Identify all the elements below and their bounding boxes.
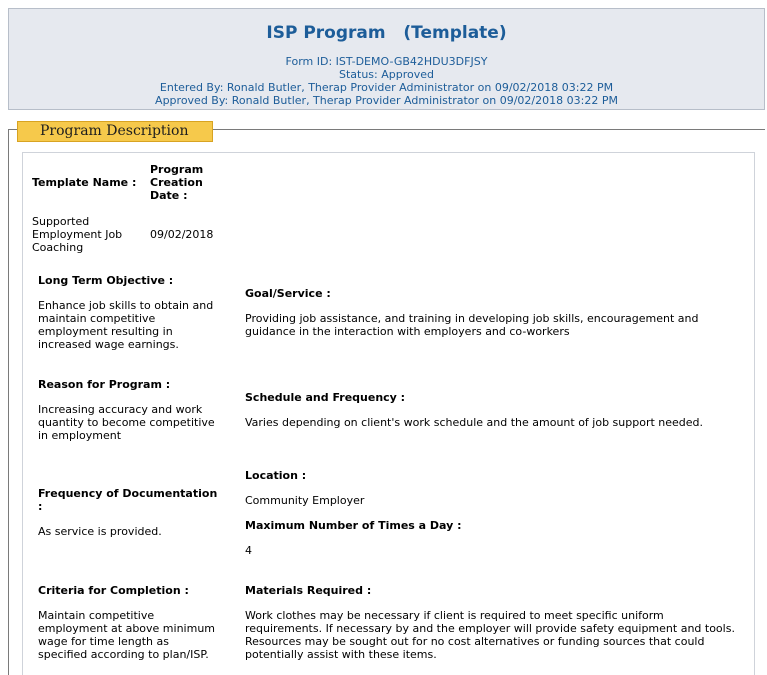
template-name-value: Supported Employment Job Coaching	[32, 215, 123, 254]
form-id: Form ID: IST-DEMO-GB42HDU3DFJSY	[285, 55, 488, 68]
reason-for-program-label: Reason for Program :	[38, 378, 171, 391]
max-times-value: 4	[245, 544, 252, 557]
title-main: ISP Program	[266, 23, 386, 43]
criteria-completion-label: Criteria for Completion :	[38, 584, 189, 597]
creation-date-value: 09/02/2018	[150, 228, 214, 241]
approved-by: Approved By: Ronald Butler, Therap Provi…	[155, 94, 618, 107]
max-times-label: Maximum Number of Times a Day :	[245, 519, 462, 532]
page-title: ISP Program (Template)	[9, 23, 764, 43]
entered-by: Entered By: Ronald Butler, Therap Provid…	[159, 81, 614, 94]
schedule-frequency-value: Varies depending on client's work schedu…	[245, 416, 704, 429]
frequency-documentation-value: As service is provided.	[38, 525, 162, 538]
frequency-documentation-label: Frequency of Documentation :	[38, 487, 218, 513]
form-header: ISP Program (Template) Form ID: IST-DEMO…	[8, 8, 765, 110]
materials-required-value: Work clothes may be necessary if client …	[245, 609, 735, 661]
location-label: Location :	[245, 469, 307, 482]
location-value: Community Employer	[245, 494, 365, 507]
criteria-completion-value: Maintain competitive employment at above…	[38, 609, 216, 661]
form-status: Status: Approved	[338, 68, 434, 81]
long-term-objective-label: Long Term Objective :	[38, 274, 174, 287]
form-meta: Form ID: IST-DEMO-GB42HDU3DFJSY Status: …	[9, 55, 764, 107]
section-legend: Program Description	[17, 121, 213, 142]
schedule-frequency-label: Schedule and Frequency :	[245, 391, 406, 404]
materials-required-label: Materials Required :	[245, 584, 372, 597]
title-sub: (Template)	[403, 23, 507, 43]
goal-service-value: Providing job assistance, and training i…	[245, 312, 699, 338]
creation-date-label: Program Creation Date :	[150, 163, 204, 202]
goal-service-label: Goal/Service :	[245, 287, 331, 300]
long-term-objective-value: Enhance job skills to obtain and maintai…	[38, 299, 214, 351]
template-name-label: Template Name :	[32, 176, 137, 189]
reason-for-program-value: Increasing accuracy and work quantity to…	[38, 403, 215, 442]
